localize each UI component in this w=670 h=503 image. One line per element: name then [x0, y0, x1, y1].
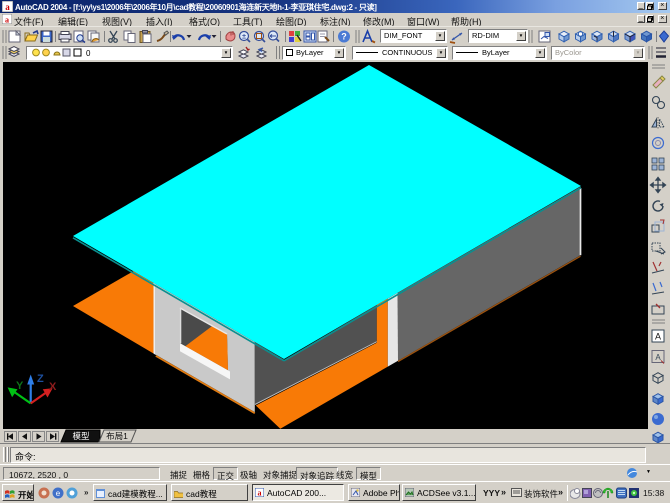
svg-text:Z: Z — [37, 373, 44, 385]
svg-text:?: ? — [341, 32, 347, 42]
svg-text:A: A — [655, 332, 661, 342]
svg-text:布局1: 布局1 — [106, 431, 128, 441]
svg-text:0: 0 — [86, 49, 91, 58]
svg-text:a: a — [5, 2, 10, 12]
svg-text:e: e — [56, 489, 61, 498]
svg-text:模型: 模型 — [72, 431, 90, 441]
svg-text:Y: Y — [16, 380, 24, 392]
svg-text:»: » — [84, 488, 89, 497]
svg-text:A: A — [655, 353, 661, 362]
svg-text:X: X — [49, 381, 57, 393]
svg-text:±: ± — [242, 34, 246, 41]
svg-text:a: a — [5, 16, 9, 25]
svg-text:a: a — [258, 489, 262, 498]
